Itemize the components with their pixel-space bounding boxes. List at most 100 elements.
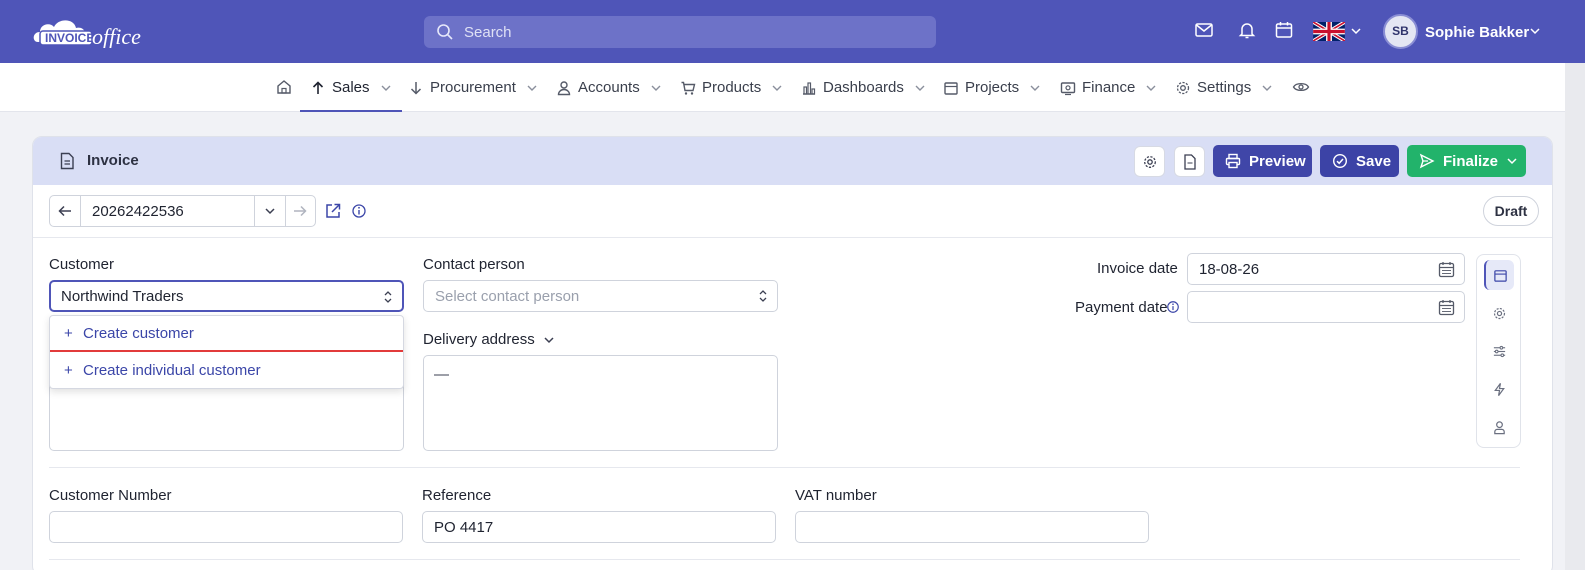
avatar[interactable]: SB xyxy=(1383,14,1418,49)
chevron-down-icon xyxy=(651,85,661,91)
delivery-address-toggle[interactable]: Delivery address xyxy=(423,331,555,348)
contact-placeholder: Select contact person xyxy=(435,288,580,305)
contact-label: Contact person xyxy=(423,256,525,273)
info-icon[interactable] xyxy=(1166,300,1180,314)
preview-label: Preview xyxy=(1249,152,1306,170)
create-customer-option[interactable]: + Create customer xyxy=(50,316,403,352)
svg-text:INVOICE: INVOICE xyxy=(45,31,94,45)
next-button[interactable] xyxy=(286,196,315,226)
finalize-button[interactable]: Finalize xyxy=(1407,145,1526,177)
nav-item-finance[interactable]: Finance xyxy=(1060,63,1157,112)
chevron-down-icon xyxy=(772,85,782,91)
option-label: Create individual customer xyxy=(83,362,261,379)
nav-item-accounts[interactable]: Accounts xyxy=(556,63,662,112)
save-label: Save xyxy=(1356,152,1392,170)
customer-select[interactable]: Northwind Traders xyxy=(49,280,404,312)
create-individual-customer-option[interactable]: + Create individual customer xyxy=(50,353,403,389)
main-nav: Sales Procurement Accounts Products Dash… xyxy=(0,63,1585,112)
calendar-icon xyxy=(944,81,958,95)
search-input[interactable]: Search xyxy=(424,16,936,48)
cart-icon xyxy=(681,81,696,95)
customer-label: Customer xyxy=(49,256,115,273)
nav-label: Accounts xyxy=(578,79,640,96)
divider xyxy=(49,559,1520,560)
chevron-down-icon[interactable] xyxy=(1529,26,1541,36)
reference-value: PO 4417 xyxy=(434,519,494,536)
side-calendar-tab[interactable] xyxy=(1484,260,1514,290)
user-icon xyxy=(557,80,571,95)
preview-button[interactable]: Preview xyxy=(1213,145,1312,177)
bell-icon[interactable] xyxy=(1237,20,1257,40)
user-name[interactable]: Sophie Bakker xyxy=(1425,24,1529,41)
chevron-down-icon[interactable] xyxy=(1350,26,1362,36)
nav-label: Finance xyxy=(1082,79,1136,96)
calendar-icon[interactable] xyxy=(1438,299,1455,316)
chevron-down-icon xyxy=(915,85,925,91)
invoice-date-field[interactable]: 18-08-26 xyxy=(1187,253,1465,285)
invoice-number-input[interactable]: 20262422536 xyxy=(81,196,255,226)
invoice-number-value: 20262422536 xyxy=(92,203,184,220)
chevron-down-icon xyxy=(1262,85,1272,91)
number-dropdown-button[interactable] xyxy=(255,196,286,226)
calendar-icon[interactable] xyxy=(1274,20,1294,40)
calendar-icon xyxy=(1493,269,1507,282)
nav-label: Projects xyxy=(965,79,1020,96)
previous-button[interactable] xyxy=(50,196,81,226)
sliders-icon xyxy=(1493,345,1505,357)
eye-icon[interactable] xyxy=(1292,79,1310,95)
divider xyxy=(49,467,1520,468)
chevron-down-icon xyxy=(265,208,275,215)
svg-text:office: office xyxy=(92,24,141,48)
side-filters-tab[interactable] xyxy=(1484,336,1514,366)
home-icon[interactable] xyxy=(275,78,293,96)
check-circle-icon xyxy=(1332,153,1348,169)
nav-label: Products xyxy=(702,79,762,96)
chevron-down-icon xyxy=(381,85,391,91)
gear-icon xyxy=(1176,81,1190,94)
invoice-date-value: 18-08-26 xyxy=(1199,261,1260,278)
delivery-value: — xyxy=(434,366,449,383)
app-logo[interactable]: INVOICE office xyxy=(32,14,177,48)
payment-date-field[interactable] xyxy=(1187,291,1465,323)
customer-number-label: Customer Number xyxy=(49,487,172,504)
status-badge: Draft xyxy=(1483,196,1539,226)
nav-item-settings[interactable]: Settings xyxy=(1175,63,1273,112)
gear-icon xyxy=(1144,156,1156,168)
user-icon xyxy=(1493,420,1505,434)
customer-number-field[interactable] xyxy=(49,511,403,543)
nav-item-sales[interactable]: Sales xyxy=(300,63,402,112)
bar-chart-icon xyxy=(803,81,816,95)
side-settings-tab[interactable] xyxy=(1484,298,1514,328)
nav-item-products[interactable]: Products xyxy=(680,63,783,112)
settings-button[interactable] xyxy=(1134,146,1165,177)
page-title: Invoice xyxy=(87,152,139,169)
printer-icon xyxy=(1225,153,1241,169)
reference-field[interactable]: PO 4417 xyxy=(422,511,776,543)
top-bar: INVOICE office Search SB Sophie Bakker xyxy=(0,0,1585,63)
side-contact-tab[interactable] xyxy=(1484,412,1514,442)
contact-person-select[interactable]: Select contact person xyxy=(423,280,778,312)
vat-label: VAT number xyxy=(795,487,877,504)
gear-icon xyxy=(1493,307,1505,319)
nav-item-dashboards[interactable]: Dashboards xyxy=(801,63,926,112)
delivery-address-field[interactable]: — xyxy=(423,355,778,451)
payment-date-label: Payment date xyxy=(1075,299,1168,316)
vat-number-field[interactable] xyxy=(795,511,1149,543)
save-button[interactable]: Save xyxy=(1320,145,1399,177)
uk-flag-icon[interactable] xyxy=(1313,22,1345,41)
nav-label: Sales xyxy=(332,79,370,96)
nav-item-procurement[interactable]: Procurement xyxy=(408,63,538,112)
chevron-down-icon xyxy=(1507,158,1517,165)
nav-item-projects[interactable]: Projects xyxy=(943,63,1041,112)
side-toolbar xyxy=(1476,254,1521,448)
invoice-date-label: Invoice date xyxy=(1097,260,1178,277)
side-automation-tab[interactable] xyxy=(1484,374,1514,404)
arrow-right-icon xyxy=(294,205,307,217)
arrow-up-icon xyxy=(312,80,324,94)
external-link-icon[interactable] xyxy=(324,202,342,220)
pdf-button[interactable] xyxy=(1174,146,1205,177)
calendar-icon[interactable] xyxy=(1438,261,1455,278)
info-icon[interactable] xyxy=(351,203,367,219)
delivery-label: Delivery address xyxy=(423,331,535,348)
mail-icon[interactable] xyxy=(1194,20,1214,40)
